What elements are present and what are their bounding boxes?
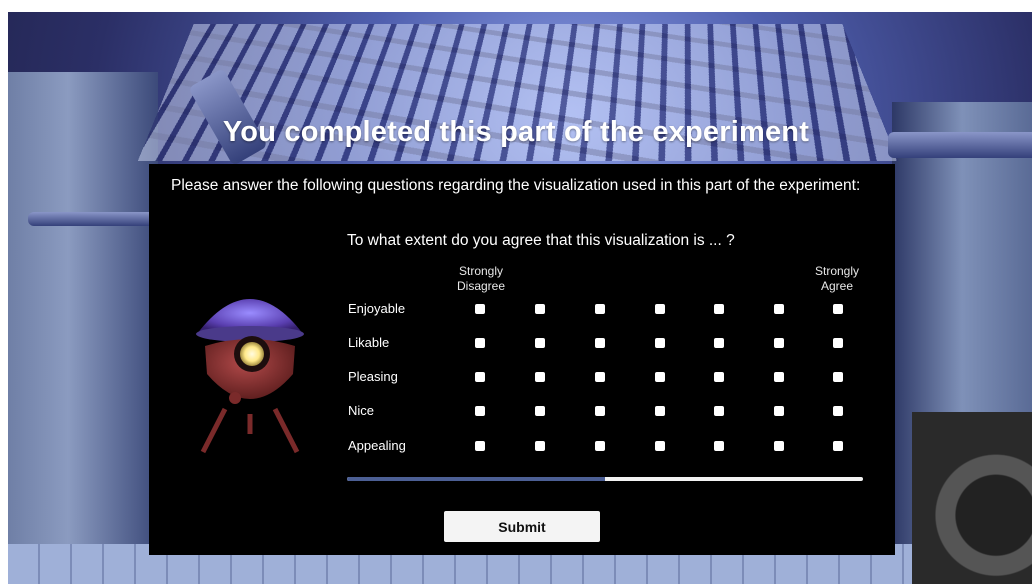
scale-anchor-right: Strongly Agree xyxy=(814,264,860,293)
likert-checkbox[interactable] xyxy=(714,406,724,416)
likert-checkbox[interactable] xyxy=(595,338,605,348)
likert-checkbox[interactable] xyxy=(833,441,843,451)
likert-checkbox[interactable] xyxy=(714,372,724,382)
likert-item-label: Enjoyable xyxy=(348,301,406,316)
likert-checkbox[interactable] xyxy=(714,441,724,451)
submit-button[interactable]: Submit xyxy=(444,511,600,542)
likert-row: Enjoyable xyxy=(149,300,895,320)
likert-checkbox[interactable] xyxy=(655,372,665,382)
likert-row: Likable xyxy=(149,334,895,354)
likert-checkbox[interactable] xyxy=(833,372,843,382)
likert-row: Appealing xyxy=(149,437,895,457)
likert-item-label: Nice xyxy=(348,403,375,418)
likert-checkbox[interactable] xyxy=(535,338,545,348)
likert-checkbox[interactable] xyxy=(535,304,545,314)
likert-checkbox[interactable] xyxy=(655,441,665,451)
likert-checkbox[interactable] xyxy=(595,304,605,314)
likert-checkbox[interactable] xyxy=(655,406,665,416)
likert-checkbox[interactable] xyxy=(714,338,724,348)
likert-checkbox[interactable] xyxy=(595,441,605,451)
likert-checkbox[interactable] xyxy=(535,441,545,451)
likert-checkbox[interactable] xyxy=(475,406,485,416)
likert-checkbox[interactable] xyxy=(774,304,784,314)
likert-checkbox[interactable] xyxy=(475,372,485,382)
progress-bar-fill xyxy=(347,477,605,481)
likert-checkbox[interactable] xyxy=(475,338,485,348)
likert-row: Nice xyxy=(149,402,895,422)
page-title: You completed this part of the experimen… xyxy=(222,116,810,148)
likert-item-label: Pleasing xyxy=(348,369,398,384)
intro-text: Please answer the following questions re… xyxy=(171,177,861,194)
likert-checkbox[interactable] xyxy=(774,338,784,348)
likert-item-label: Likable xyxy=(348,335,390,350)
likert-checkbox[interactable] xyxy=(833,406,843,416)
likert-checkbox[interactable] xyxy=(595,406,605,416)
likert-checkbox[interactable] xyxy=(774,372,784,382)
questionnaire-panel: Please answer the following questions re… xyxy=(149,164,895,555)
machine xyxy=(912,412,1032,584)
likert-checkbox[interactable] xyxy=(774,406,784,416)
likert-checkbox[interactable] xyxy=(655,304,665,314)
likert-item-label: Appealing xyxy=(348,438,406,453)
likert-checkbox[interactable] xyxy=(535,372,545,382)
likert-checkbox[interactable] xyxy=(655,338,665,348)
likert-checkbox[interactable] xyxy=(774,441,784,451)
scale-anchor-left: Strongly Disagree xyxy=(456,264,506,293)
progress-bar xyxy=(347,477,863,481)
likert-checkbox[interactable] xyxy=(475,441,485,451)
likert-checkbox[interactable] xyxy=(833,338,843,348)
pipe xyxy=(28,212,158,226)
likert-checkbox[interactable] xyxy=(833,304,843,314)
likert-checkbox[interactable] xyxy=(535,406,545,416)
likert-checkbox[interactable] xyxy=(714,304,724,314)
likert-row: Pleasing xyxy=(149,368,895,388)
likert-checkbox[interactable] xyxy=(475,304,485,314)
likert-checkbox[interactable] xyxy=(595,372,605,382)
question-text: To what extent do you agree that this vi… xyxy=(347,232,735,249)
